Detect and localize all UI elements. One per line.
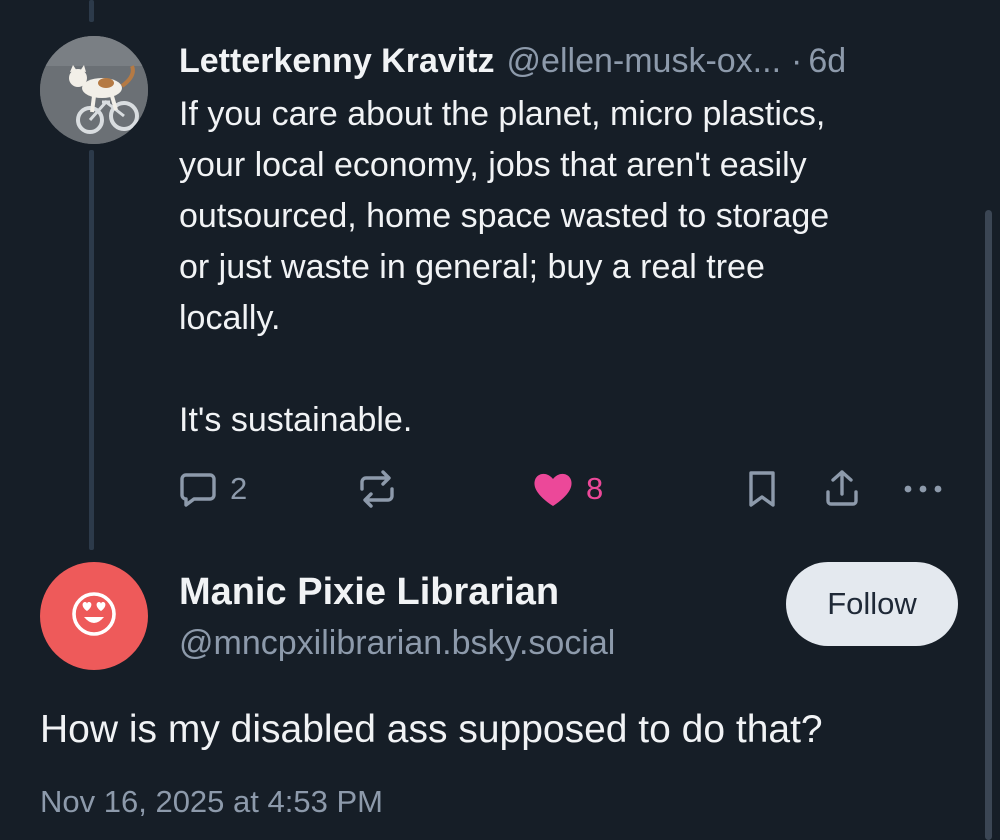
heart-icon bbox=[532, 469, 574, 509]
heart-eyes-emoji-icon bbox=[71, 591, 117, 642]
post-timestamp[interactable]: 6d bbox=[808, 42, 846, 80]
reply-post-text: How is my disabled ass supposed to do th… bbox=[40, 708, 823, 751]
parent-post-text: If you care about the planet, micro plas… bbox=[179, 95, 830, 439]
reply-button[interactable]: 2 bbox=[178, 469, 247, 509]
follow-button[interactable]: Follow bbox=[786, 562, 958, 646]
comment-bubble-icon bbox=[178, 469, 218, 509]
reply-author-handle[interactable]: @mncpxilibrarian.bsky.social bbox=[179, 622, 615, 664]
share-icon bbox=[822, 468, 862, 508]
post-action-bar: 2 8 bbox=[0, 462, 1000, 512]
bookmark-icon bbox=[745, 469, 779, 509]
reply-post-date: Nov 16, 2025 at 4:53 PM bbox=[40, 784, 383, 819]
like-count: 8 bbox=[586, 471, 604, 506]
more-options-button[interactable] bbox=[902, 469, 944, 509]
share-button[interactable] bbox=[822, 468, 862, 508]
bookmark-button[interactable] bbox=[745, 469, 779, 509]
reply-author-name[interactable]: Manic Pixie Librarian bbox=[179, 570, 559, 614]
repost-button[interactable] bbox=[356, 469, 398, 509]
reply-count: 2 bbox=[230, 471, 248, 506]
parent-post: Letterkenny Kravitz @ellen-musk-ox... · 6d … bbox=[0, 0, 1000, 550]
parent-author-handle[interactable]: @ellen-musk-ox... bbox=[507, 42, 781, 80]
like-button[interactable]: 8 bbox=[532, 469, 603, 509]
separator-dot: · bbox=[791, 42, 803, 80]
more-dots-icon bbox=[902, 469, 944, 509]
parent-author-avatar[interactable] bbox=[40, 36, 148, 144]
repost-icon bbox=[356, 469, 398, 509]
parent-post-header: Letterkenny Kravitz @ellen-musk-ox... · 6d bbox=[179, 40, 846, 82]
reply-author-avatar[interactable] bbox=[40, 562, 148, 670]
parent-author-name[interactable]: Letterkenny Kravitz bbox=[179, 42, 495, 80]
